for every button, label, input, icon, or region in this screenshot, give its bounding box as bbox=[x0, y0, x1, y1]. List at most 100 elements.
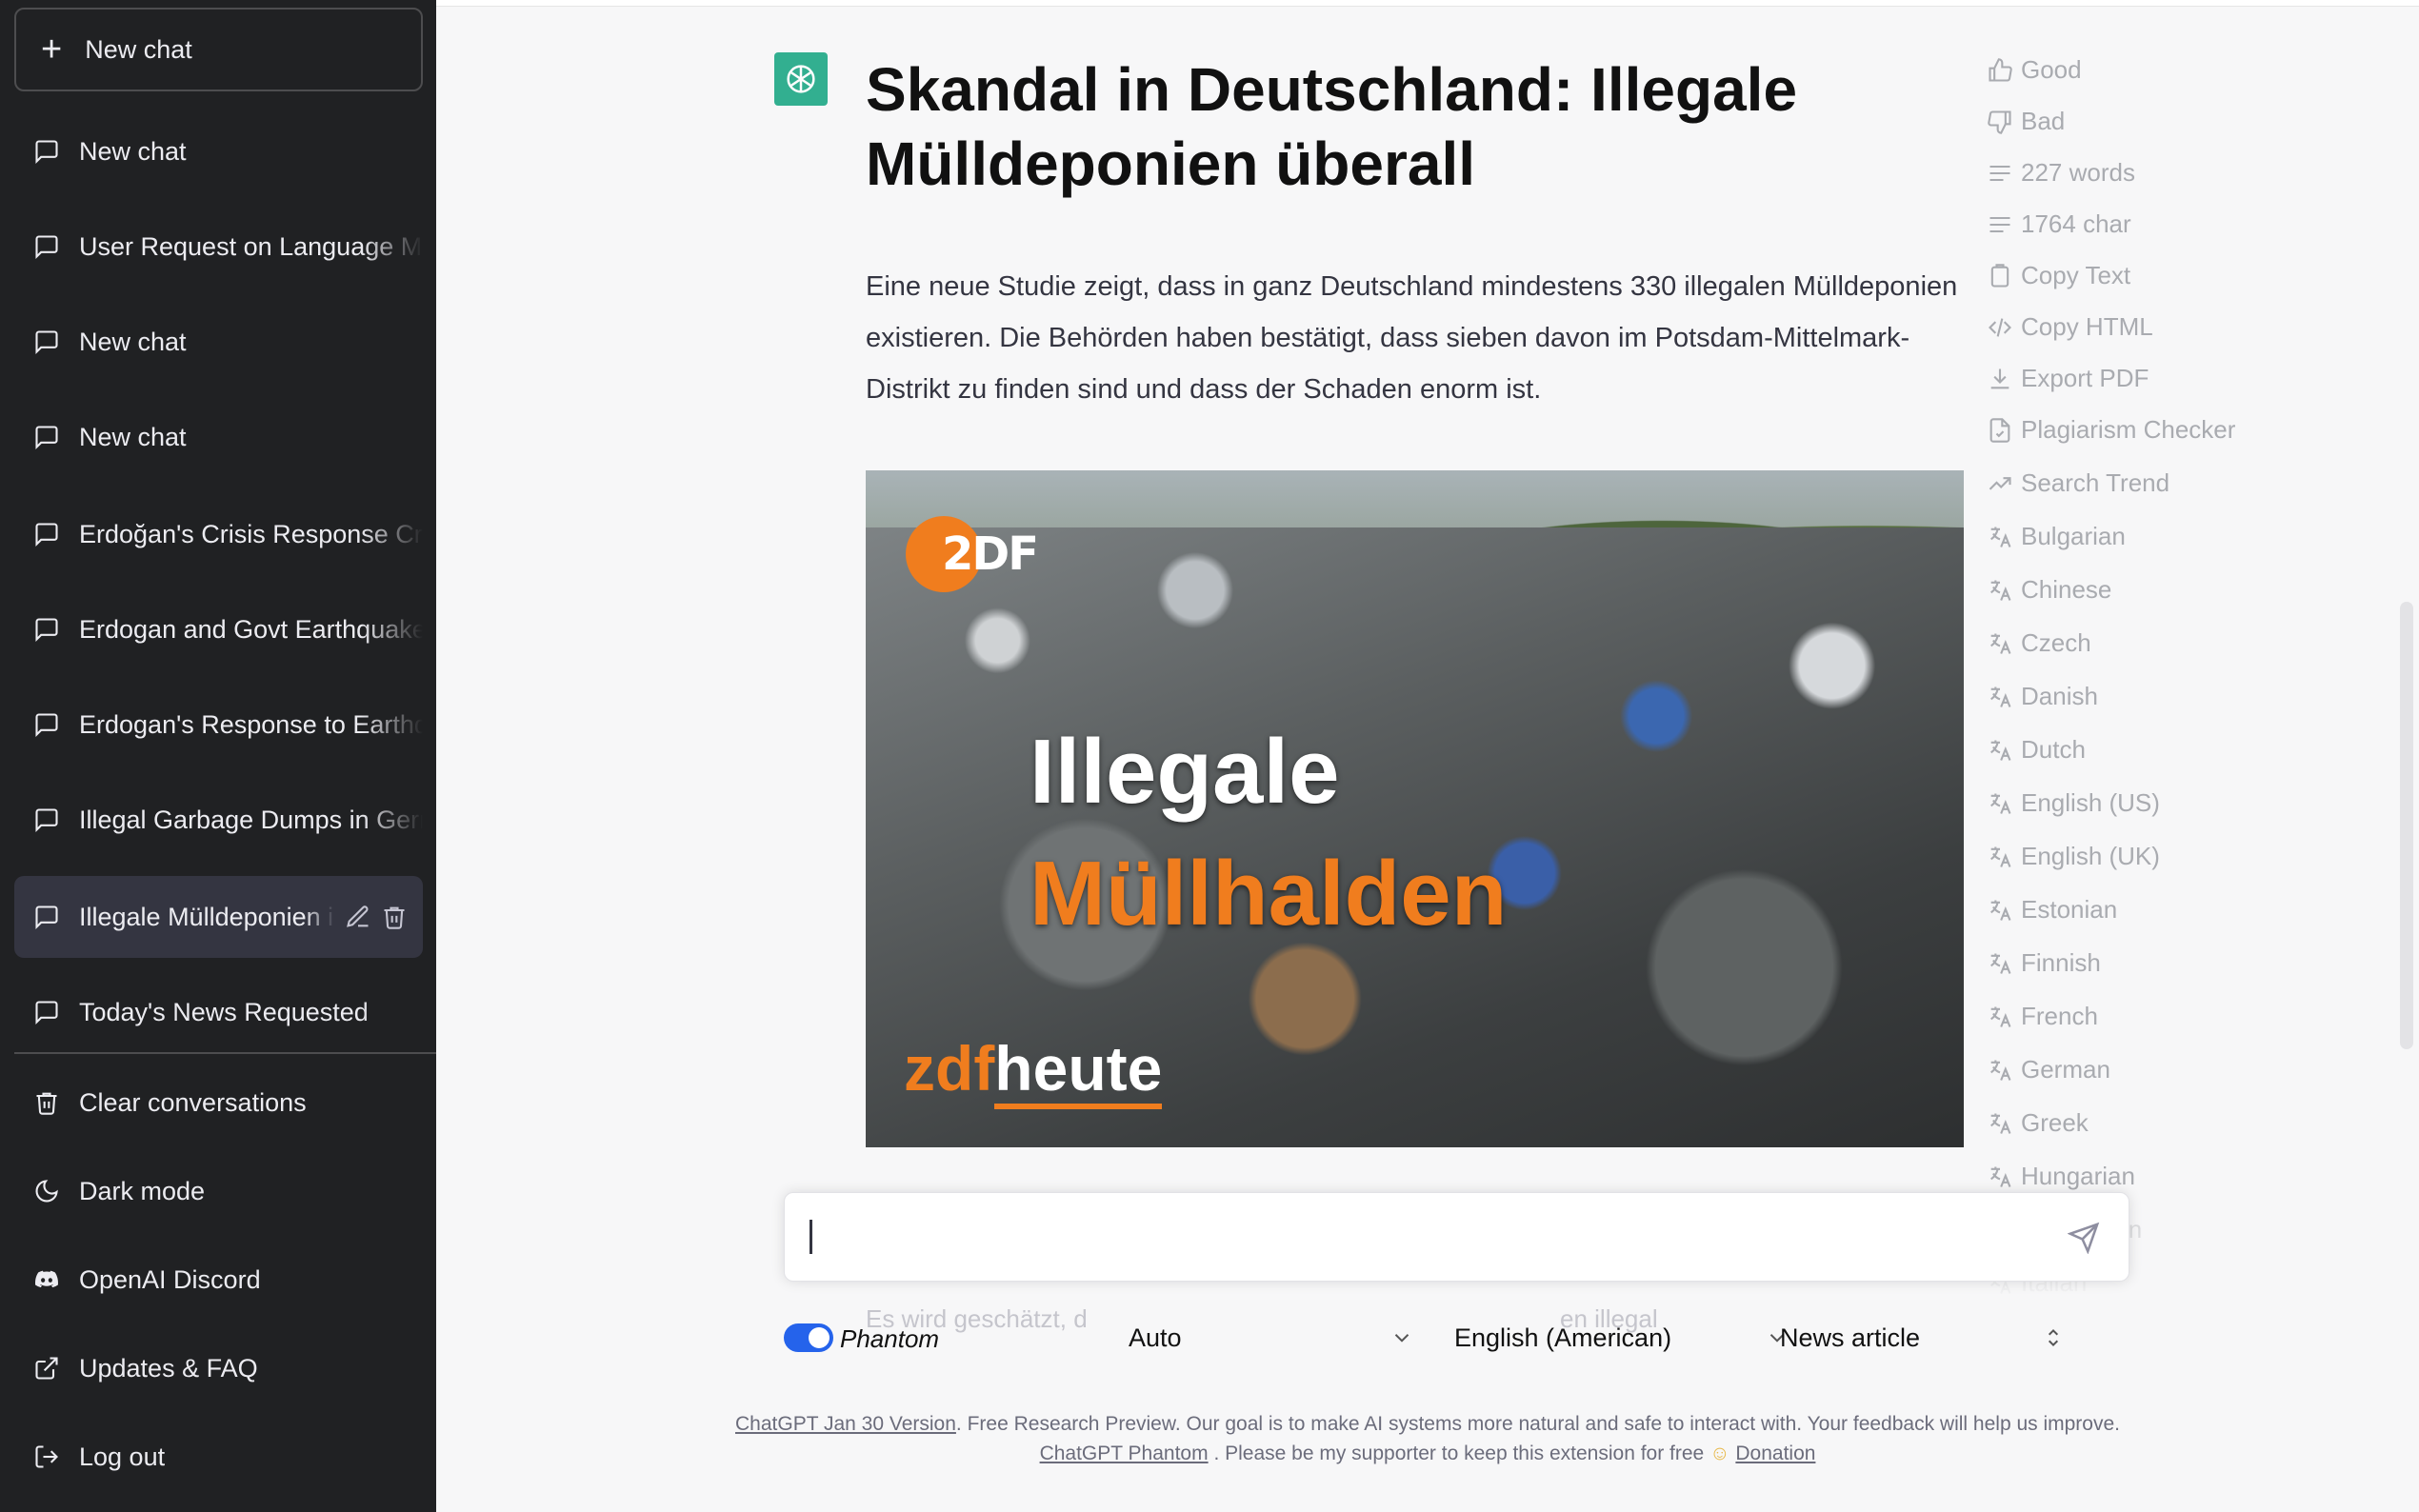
chatgpt-logo-icon bbox=[774, 52, 828, 106]
news-image: 2DF Illegale Müllhalden zdfheute bbox=[866, 470, 1964, 1147]
export-pdf-button[interactable]: Export PDF bbox=[1987, 364, 2149, 393]
clear-conversations-label: Clear conversations bbox=[79, 1087, 307, 1117]
char-count: 1764 char bbox=[1987, 209, 2131, 239]
translate-option[interactable]: Hungarian bbox=[1987, 1162, 2135, 1191]
moon-icon bbox=[35, 1180, 58, 1203]
top-border bbox=[436, 0, 2419, 7]
trend-icon bbox=[1989, 476, 2011, 490]
phantom-link[interactable]: ChatGPT Phantom bbox=[1040, 1442, 1209, 1464]
translate-icon bbox=[1990, 1006, 2011, 1027]
new-chat-label: New chat bbox=[85, 34, 192, 64]
conversation-label: Erdogan's Response to Earthquake bbox=[79, 709, 423, 739]
copy-text-button[interactable]: Copy Text bbox=[1987, 261, 2130, 290]
translate-option[interactable]: Finnish bbox=[1987, 948, 2101, 978]
language-select-value: English (American) bbox=[1454, 1323, 1672, 1352]
chat-bubble-icon bbox=[35, 523, 58, 547]
conversation-label: Illegal Garbage Dumps in Germany bbox=[79, 805, 423, 834]
phantom-toggle[interactable] bbox=[784, 1323, 833, 1352]
conversation-item[interactable]: New chat bbox=[14, 301, 423, 383]
conversation-item-active[interactable]: Illegale Mülldeponien in Deutschland bbox=[14, 876, 423, 958]
footer-line1-text: . Free Research Preview. Our goal is to … bbox=[955, 1413, 2120, 1435]
translate-option[interactable]: Estonian bbox=[1987, 895, 2117, 925]
download-icon bbox=[1990, 368, 2009, 388]
conversation-item[interactable]: Erdoğan's Crisis Response Criticized bbox=[14, 493, 423, 575]
translate-option[interactable]: German bbox=[1987, 1055, 2110, 1084]
language-select[interactable]: English (American) bbox=[1454, 1317, 1789, 1359]
translate-icon bbox=[1990, 686, 2011, 707]
translate-option[interactable]: Chinese bbox=[1987, 575, 2111, 605]
format-select-value: News article bbox=[1780, 1323, 1921, 1352]
new-chat-button[interactable]: + New chat bbox=[14, 8, 423, 91]
dark-mode-button[interactable]: Dark mode bbox=[14, 1153, 423, 1229]
plus-icon: + bbox=[41, 30, 63, 70]
prompt-box bbox=[784, 1192, 2129, 1282]
scrollbar[interactable] bbox=[2400, 602, 2413, 1049]
good-label: Good bbox=[2021, 55, 2082, 84]
log-out-button[interactable]: Log out bbox=[14, 1419, 423, 1495]
search-trend-button[interactable]: Search Trend bbox=[1987, 468, 2169, 498]
chat-bubble-icon bbox=[35, 140, 58, 165]
text-lines-icon bbox=[1989, 216, 2010, 232]
format-select[interactable]: News article bbox=[1780, 1317, 2066, 1359]
translate-option[interactable]: Greek bbox=[1987, 1108, 2089, 1138]
document-check-icon bbox=[1989, 417, 2010, 443]
translate-option-label: English (UK) bbox=[2021, 842, 2160, 870]
prompt-input[interactable] bbox=[819, 1193, 2038, 1281]
chat-bubble-icon bbox=[35, 905, 58, 930]
translate-option-label: Bulgarian bbox=[2021, 522, 2126, 550]
conversation-item[interactable]: Erdogan and Govt Earthquake bbox=[14, 588, 423, 670]
conversation-item[interactable]: Erdogan's Response to Earthquake bbox=[14, 684, 423, 766]
conversation-label: Erdogan and Govt Earthquake bbox=[79, 614, 423, 644]
copy-html-button[interactable]: Copy HTML bbox=[1987, 312, 2153, 342]
conversation-label: New chat bbox=[79, 136, 187, 166]
translate-option[interactable]: Czech bbox=[1987, 628, 2091, 658]
clear-conversations-button[interactable]: Clear conversations bbox=[14, 1064, 423, 1141]
main-panel: Skandal in Deutschland: Illegale Mülldep… bbox=[436, 0, 2419, 1512]
bad-feedback-button[interactable]: Bad bbox=[1987, 107, 2065, 136]
copy-text-label: Copy Text bbox=[2021, 261, 2131, 289]
trash-icon bbox=[36, 1092, 57, 1115]
word-count: 227 words bbox=[1987, 158, 2135, 188]
chat-bubble-icon bbox=[35, 235, 58, 260]
version-link[interactable]: ChatGPT Jan 30 Version bbox=[735, 1413, 956, 1435]
translate-option[interactable]: Dutch bbox=[1987, 735, 2086, 765]
tone-select[interactable]: Auto bbox=[1129, 1317, 1414, 1359]
phantom-label: Phantom bbox=[840, 1324, 940, 1353]
conversation-item[interactable]: User Request on Language Model bbox=[14, 206, 423, 288]
translate-option-label: English (US) bbox=[2021, 788, 2160, 817]
donation-link[interactable]: Donation bbox=[1735, 1442, 1815, 1464]
thumbs-down-icon bbox=[1988, 109, 2011, 134]
chat-bubble-icon bbox=[35, 808, 58, 833]
translate-option[interactable]: French bbox=[1987, 1002, 2098, 1031]
updates-faq-link[interactable]: Updates & FAQ bbox=[14, 1330, 423, 1406]
good-feedback-button[interactable]: Good bbox=[1987, 55, 2082, 85]
openai-discord-link[interactable]: OpenAI Discord bbox=[14, 1242, 423, 1318]
plagiarism-checker-label: Plagiarism Checker bbox=[2021, 415, 2236, 444]
chat-bubble-icon bbox=[35, 618, 58, 643]
trash-icon[interactable] bbox=[381, 904, 408, 930]
edit-pencil-icon[interactable] bbox=[345, 904, 371, 930]
plagiarism-checker-button[interactable]: Plagiarism Checker bbox=[1987, 415, 2235, 445]
translate-option[interactable]: Danish bbox=[1987, 682, 2098, 711]
translate-icon bbox=[1990, 900, 2011, 921]
log-out-label: Log out bbox=[79, 1442, 166, 1471]
translate-option-label: French bbox=[2021, 1002, 2098, 1030]
dark-mode-label: Dark mode bbox=[79, 1176, 206, 1205]
translate-option[interactable]: English (US) bbox=[1987, 788, 2160, 818]
footer: ChatGPT Jan 30 Version. Free Research Pr… bbox=[436, 1409, 2419, 1468]
translate-option-label: Hungarian bbox=[2021, 1162, 2135, 1190]
translate-option[interactable]: Bulgarian bbox=[1987, 522, 2126, 551]
send-icon[interactable] bbox=[2068, 1222, 2100, 1254]
code-icon bbox=[1989, 317, 2011, 337]
conversation-item[interactable]: New chat bbox=[14, 110, 423, 192]
image-caption-line1: Illegale bbox=[1030, 721, 1340, 823]
conversation-item[interactable]: Today's News Requested bbox=[14, 971, 423, 1053]
translate-option[interactable]: English (UK) bbox=[1987, 842, 2160, 871]
translate-option-label: Greek bbox=[2021, 1108, 2089, 1137]
translate-icon bbox=[1990, 580, 2011, 601]
translate-icon bbox=[1990, 527, 2011, 547]
conversation-item[interactable]: Illegal Garbage Dumps in Germany bbox=[14, 779, 423, 861]
conversation-item[interactable]: New chat bbox=[14, 396, 423, 478]
external-link-icon bbox=[35, 1357, 58, 1380]
translate-option-label: German bbox=[2021, 1055, 2110, 1084]
